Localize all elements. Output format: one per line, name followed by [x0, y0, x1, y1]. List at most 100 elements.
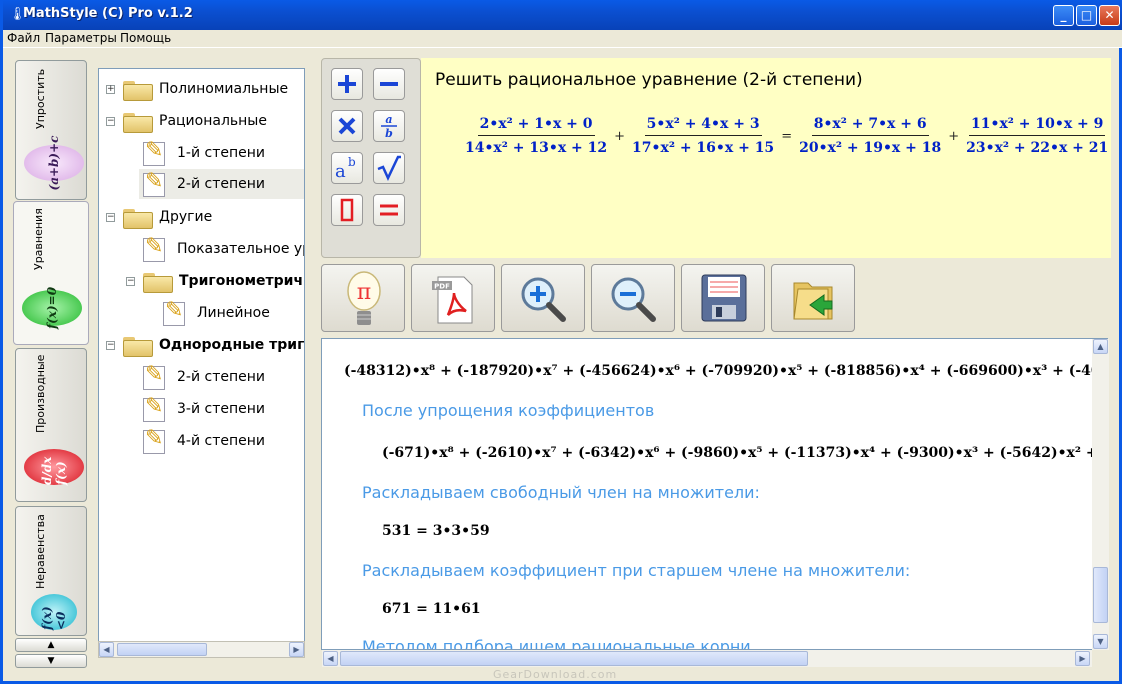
equation-operator: + [948, 128, 960, 144]
save-button[interactable] [681, 264, 765, 332]
tab-simplify[interactable]: Упростить (a+b)+c [15, 60, 87, 200]
simplify-formula-icon: (a+b)+c [24, 136, 84, 190]
document-pencil-icon [141, 362, 167, 390]
scroll-thumb[interactable] [117, 643, 207, 656]
fraction-button[interactable]: a b [373, 110, 405, 142]
solution-horizontal-scrollbar[interactable]: ◀ ▶ [322, 650, 1092, 667]
folder-icon [123, 111, 153, 133]
menu-help[interactable]: Помощь [120, 31, 171, 45]
tree-item-homog-4[interactable]: 4-й степени [141, 426, 265, 456]
minimize-button[interactable]: _ [1053, 5, 1074, 26]
tree-label: Рациональные [159, 113, 267, 129]
power-button[interactable]: a b [331, 152, 363, 184]
export-pdf-button[interactable]: PDF [411, 264, 495, 332]
tree-label: 1-й степени [177, 145, 265, 161]
denominator: 20•x² + 19•x + 18 [799, 140, 942, 156]
tree-label: Другие [159, 209, 213, 225]
multiply-button[interactable] [331, 110, 363, 142]
problem-title: Решить рациональное уравнение (2-й степе… [435, 70, 863, 90]
tab-equations-label: Уравнения [32, 208, 45, 270]
step-heading: Методом подбора ищем рациональные корни [362, 637, 751, 650]
numerator: 5•x² + 4•x + 3 [644, 116, 762, 136]
tree-item-homog-2[interactable]: 2-й степени [141, 362, 265, 392]
tree-item-rational-1[interactable]: 1-й степени [141, 138, 265, 168]
svg-text:π: π [357, 280, 371, 305]
tree-folder-trig[interactable]: Тригонометрич [143, 266, 303, 296]
denominator: 17•x² + 16•x + 15 [632, 140, 775, 156]
tree-label: Полиномиальные [159, 81, 289, 97]
bracket-button[interactable] [331, 194, 363, 226]
expand-toggle[interactable]: + [106, 85, 115, 94]
open-folder-icon [793, 282, 833, 320]
open-button[interactable] [771, 264, 855, 332]
tree-item-rational-2[interactable]: 2-й степени [139, 169, 304, 199]
scroll-up-button[interactable]: ▲ [1093, 339, 1108, 354]
bracket-icon [340, 198, 354, 222]
tab-equations[interactable]: Уравнения f(x)=0 [13, 201, 89, 345]
scroll-left-button[interactable]: ◀ [99, 642, 114, 657]
tabs-scroll-down-button[interactable]: ▼ [15, 654, 87, 668]
solve-button[interactable]: π [321, 264, 405, 332]
scroll-left-button[interactable]: ◀ [323, 651, 338, 666]
close-button[interactable]: ✕ [1099, 5, 1120, 26]
tree-item-homog-3[interactable]: 3-й степени [141, 394, 265, 424]
svg-text:a: a [335, 161, 346, 181]
step-heading: Раскладываем свободный член на множители… [362, 483, 760, 502]
denominator: 14•x² + 13•x + 12 [465, 140, 608, 156]
equations-formula-icon: f(x)=0 [22, 287, 82, 329]
plus-icon [338, 75, 356, 93]
tree-horizontal-scrollbar[interactable]: ◀ ▶ [98, 641, 305, 658]
tab-derivatives[interactable]: Производные d/dx f(x) [15, 348, 87, 502]
multiply-icon [338, 117, 356, 135]
scroll-right-button[interactable]: ▶ [1075, 651, 1090, 666]
collapse-toggle[interactable]: − [126, 277, 135, 286]
tree-folder-other[interactable]: Другие [123, 202, 212, 232]
polynomial-line: (-671)•x⁸ + (-2610)•x⁷ + (-6342)•x⁶ + (-… [382, 445, 1108, 461]
tree-item-linear[interactable]: Линейное [161, 298, 270, 328]
app-window: 🌡 MathStyle (C) Pro v.1.2 _ □ ✕ Файл Пар… [0, 0, 1122, 684]
derivatives-formula-icon: d/dx f(x) [24, 449, 84, 485]
inequalities-formula-icon: f(x)<0 [31, 594, 77, 630]
tree-item-exponential[interactable]: Показательное ур [141, 234, 304, 264]
plus-button[interactable] [331, 68, 363, 100]
scroll-thumb[interactable] [1093, 567, 1108, 623]
tree-folder-rational[interactable]: Рациональные [123, 106, 267, 136]
menu-file[interactable]: Файл [7, 31, 40, 45]
svg-text:PDF: PDF [434, 283, 450, 291]
scroll-thumb[interactable] [340, 651, 808, 666]
collapse-toggle[interactable]: − [106, 213, 115, 222]
tabs-scroll-up-button[interactable]: ▲ [15, 638, 87, 652]
sqrt-button[interactable] [373, 152, 405, 184]
tab-simplify-label: Упростить [34, 68, 47, 129]
problem-panel: Решить рациональное уравнение (2-й степе… [421, 58, 1111, 258]
fraction-term: 11•x² + 10•x + 9 23•x² + 22•x + 21 [964, 116, 1110, 156]
fraction-term: 8•x² + 7•x + 6 20•x² + 19•x + 18 [797, 116, 943, 156]
fraction-term: 2•x² + 1•x + 0 14•x² + 13•x + 12 [463, 116, 609, 156]
equals-icon [380, 204, 398, 216]
tree-folder-polynomial[interactable]: Полиномиальные [123, 74, 288, 104]
menu-settings[interactable]: Параметры [45, 31, 117, 45]
menu-bar: Файл Параметры Помощь [3, 30, 1122, 48]
zoom-out-button[interactable] [591, 264, 675, 332]
tree-folder-homogeneous[interactable]: Однородные триг [123, 330, 304, 360]
factorization-line: 671 = 11•61 [382, 601, 481, 617]
equals-button[interactable] [373, 194, 405, 226]
numerator: 2•x² + 1•x + 0 [477, 116, 595, 136]
document-pencil-icon [141, 426, 167, 454]
pi-bulb-icon: π [347, 271, 381, 325]
minus-button[interactable] [373, 68, 405, 100]
title-bar[interactable]: 🌡 MathStyle (C) Pro v.1.2 _ □ ✕ [3, 0, 1122, 30]
folder-icon [143, 271, 173, 293]
collapse-toggle[interactable]: − [106, 341, 115, 350]
collapse-toggle[interactable]: − [106, 117, 115, 126]
maximize-button[interactable]: □ [1076, 5, 1097, 26]
polynomial-line: (-48312)•x⁸ + (-187920)•x⁷ + (-456624)•x… [344, 363, 1108, 379]
scroll-right-button[interactable]: ▶ [289, 642, 304, 657]
folder-icon [123, 207, 153, 229]
tab-inequalities[interactable]: Неравенства f(x)<0 [15, 506, 87, 636]
solution-vertical-scrollbar[interactable]: ▲ ▼ [1092, 339, 1109, 650]
sqrt-icon [377, 155, 401, 181]
window-title: MathStyle (C) Pro v.1.2 [23, 6, 193, 21]
zoom-in-button[interactable] [501, 264, 585, 332]
scroll-down-button[interactable]: ▼ [1093, 634, 1108, 649]
